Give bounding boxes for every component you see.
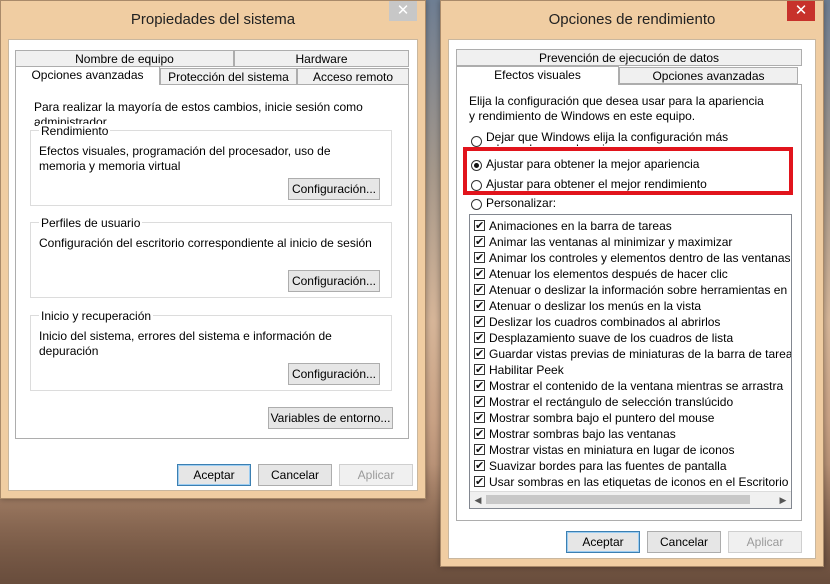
effect-label: Suavizar bordes para las fuentes de pant… (489, 459, 727, 473)
tab-opciones-avanzadas[interactable]: Opciones avanzadas (15, 66, 160, 85)
inicio-configuracion-button[interactable]: Configuración... (288, 363, 380, 385)
scroll-right-arrow-icon[interactable]: ▶ (775, 492, 791, 508)
checkbox[interactable] (474, 330, 485, 346)
cancel-button[interactable]: Cancelar (647, 531, 721, 553)
client-area: Nombre de equipo Hardware Opciones avanz… (8, 39, 418, 491)
effect-label: Mostrar sombra bajo el puntero del mouse (489, 411, 715, 425)
effect-label: Atenuar o deslizar los menús en la vista (489, 299, 702, 313)
effect-label: Desplazamiento suave de los cuadros de l… (489, 331, 734, 345)
radio-customize[interactable] (471, 199, 482, 210)
tab-acceso-remoto[interactable]: Acceso remoto (297, 68, 409, 85)
checkbox[interactable] (474, 394, 485, 410)
red-highlight-box (463, 147, 793, 195)
close-button[interactable]: ✕ (389, 1, 417, 21)
effect-label: Atenuar o deslizar la información sobre … (489, 283, 791, 297)
effect-label: Animar las ventanas al minimizar y maxim… (489, 235, 733, 249)
apply-button[interactable]: Aplicar (339, 464, 413, 486)
tab-efectos-visuales[interactable]: Efectos visuales (456, 66, 619, 85)
checkbox[interactable] (474, 426, 485, 442)
effect-label: Atenuar los elementos después de hacer c… (489, 267, 728, 281)
ok-button[interactable]: Aceptar (177, 464, 251, 486)
tab-panel: Para realizar la mayoría de estos cambio… (15, 84, 409, 439)
effect-label: Mostrar el contenido de la ventana mient… (489, 379, 784, 393)
checkbox[interactable] (474, 346, 485, 362)
rendimiento-configuracion-button[interactable]: Configuración... (288, 178, 380, 200)
tab-nombre-de-equipo[interactable]: Nombre de equipo (15, 50, 234, 67)
tab-panel: Elija la configuración que desea usar pa… (456, 84, 802, 521)
tab-hardware[interactable]: Hardware (234, 50, 409, 67)
performance-options-window: Opciones de rendimiento ✕ Prevención de … (440, 0, 824, 567)
group-perfiles-de-usuario: Perfiles de usuario Configuración del es… (30, 216, 392, 298)
group-description: Configuración del escritorio correspondi… (39, 236, 372, 250)
checkbox[interactable] (474, 378, 485, 394)
tab-proteccion-del-sistema[interactable]: Protección del sistema (160, 68, 297, 85)
effect-label: Guardar vistas previas de miniaturas de … (489, 347, 792, 361)
scroll-thumb[interactable] (486, 495, 750, 504)
effect-label: Mostrar vistas en miniatura en lugar de … (489, 443, 735, 457)
horizontal-scrollbar[interactable]: ◀ ▶ (470, 491, 791, 508)
group-description: Efectos visuales, programación del proce… (39, 144, 331, 173)
effect-label: Mostrar el rectángulo de selección trans… (489, 395, 734, 409)
apply-button[interactable]: Aplicar (728, 531, 802, 553)
titlebar[interactable]: Opciones de rendimiento ✕ (441, 1, 823, 37)
effect-label: Usar sombras en las etiquetas de iconos … (489, 475, 789, 489)
scroll-left-arrow-icon[interactable]: ◀ (470, 492, 486, 508)
ok-button[interactable]: Aceptar (566, 531, 640, 553)
perfiles-configuracion-button[interactable]: Configuración... (288, 270, 380, 292)
group-rendimiento: Rendimiento Efectos visuales, programaci… (30, 124, 392, 206)
group-title: Perfiles de usuario (39, 216, 143, 230)
checkbox[interactable] (474, 314, 485, 330)
checkbox[interactable] (474, 474, 485, 490)
effect-label: Deslizar los cuadros combinados al abrir… (489, 315, 721, 329)
effect-label: Mostrar sombras bajo las ventanas (489, 427, 676, 441)
radio-label: Personalizar: (486, 196, 557, 210)
intro-text: Elija la configuración que desea usar pa… (469, 94, 764, 123)
group-title: Inicio y recuperación (39, 309, 154, 323)
close-button[interactable]: ✕ (787, 1, 815, 21)
checkbox[interactable] (474, 282, 485, 298)
radio-windows-choose[interactable] (471, 136, 482, 147)
client-area: Prevención de ejecución de datos Efectos… (448, 39, 816, 559)
system-properties-window: Propiedades del sistema ✕ Nombre de equi… (0, 0, 426, 499)
checkbox[interactable] (474, 266, 485, 282)
tab-opciones-avanzadas[interactable]: Opciones avanzadas (619, 67, 798, 84)
group-inicio-y-recuperacion: Inicio y recuperación Inicio del sistema… (30, 309, 392, 391)
effect-label: Animaciones en la barra de tareas (489, 219, 672, 233)
titlebar[interactable]: Propiedades del sistema ✕ (1, 1, 425, 37)
checkbox[interactable] (474, 410, 485, 426)
visual-effects-list[interactable]: Animaciones en la barra de tareas Animar … (469, 214, 792, 509)
effect-label: Animar los controles y elementos dentro … (489, 251, 791, 265)
checkbox[interactable] (474, 362, 485, 378)
checkbox[interactable] (474, 458, 485, 474)
checkbox[interactable] (474, 218, 485, 234)
group-title: Rendimiento (39, 124, 111, 138)
checkbox[interactable] (474, 298, 485, 314)
radio-label: Dejar que Windows elija la configuración… (486, 131, 729, 146)
checkbox[interactable] (474, 442, 485, 458)
tab-prevencion-ejecucion-datos[interactable]: Prevención de ejecución de datos (456, 49, 802, 66)
variables-de-entorno-button[interactable]: Variables de entorno... (268, 407, 393, 429)
checkbox[interactable] (474, 234, 485, 250)
cancel-button[interactable]: Cancelar (258, 464, 332, 486)
window-title: Propiedades del sistema (130, 11, 296, 28)
group-description: Inicio del sistema, errores del sistema … (39, 329, 332, 358)
window-title: Opciones de rendimiento (548, 11, 716, 28)
effect-label: Habilitar Peek (489, 363, 564, 377)
checkbox[interactable] (474, 250, 485, 266)
